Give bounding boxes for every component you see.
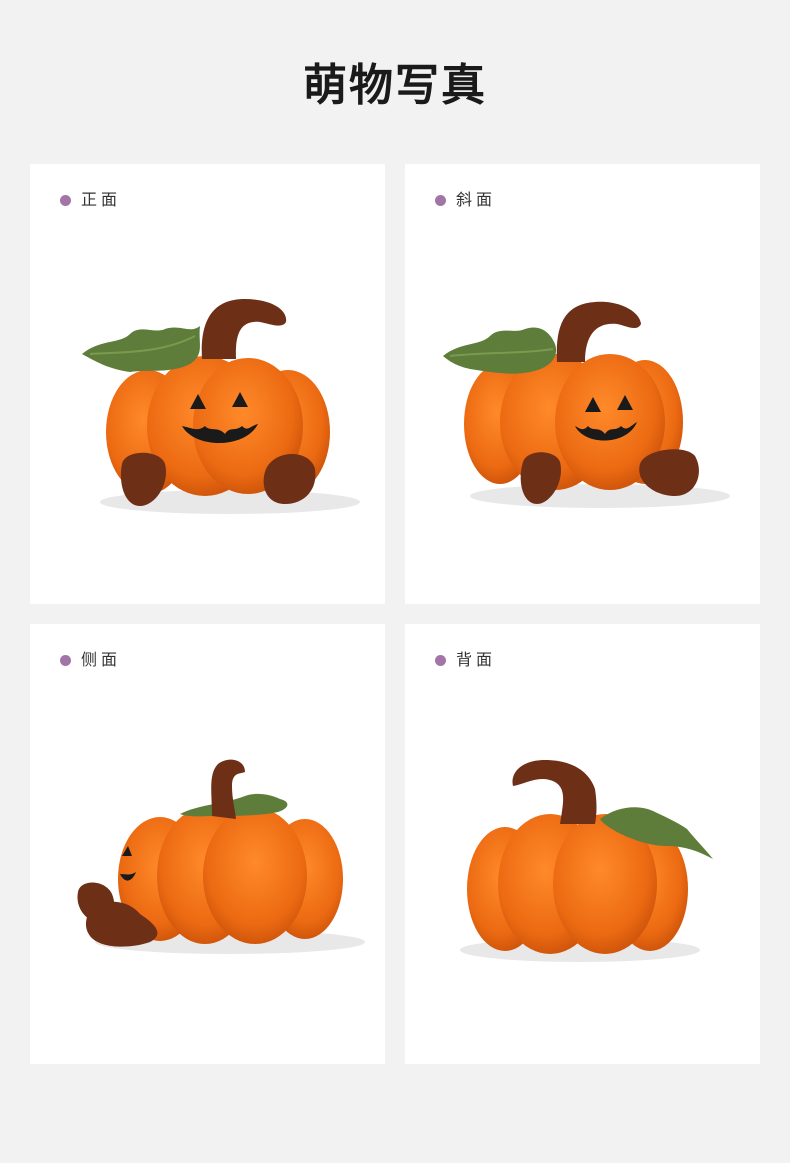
- pumpkin-plush-front-photo: [82, 299, 360, 514]
- pumpkin-plush-side-photo: [77, 759, 365, 954]
- photo-card-front: 正面: [30, 164, 385, 604]
- photo-card-back: 背面: [405, 624, 760, 1064]
- page-title: 萌物写真: [303, 60, 487, 111]
- photo-card-side: 侧面: [30, 624, 385, 1064]
- photo-card-angled: 斜面: [405, 164, 760, 604]
- pumpkin-plush-angled-photo: [443, 301, 730, 508]
- pumpkin-plush-back-photo: [460, 760, 713, 962]
